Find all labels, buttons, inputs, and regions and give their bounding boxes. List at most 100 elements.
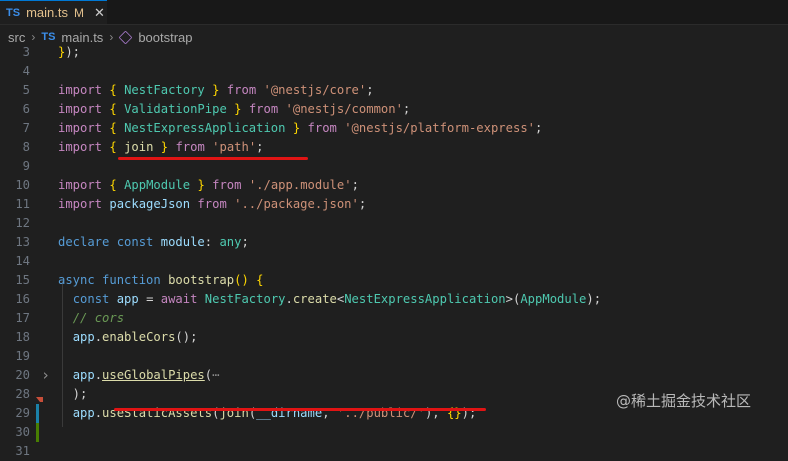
- code-token: const: [72, 292, 117, 306]
- code-token: '@nestjs/platform-express': [344, 121, 535, 135]
- code-token: bootstrap: [168, 273, 235, 287]
- code-token: import: [58, 197, 110, 211]
- code-text: import packageJson from '../package.json…: [58, 195, 366, 214]
- code-token: from: [168, 140, 213, 154]
- line-number: 18: [15, 330, 30, 344]
- code-token: create: [292, 292, 337, 306]
- code-token: ;: [351, 178, 359, 192]
- code-token: );: [65, 45, 81, 59]
- code-line[interactable]: 20 › app.useGlobalPipes(⋯: [0, 366, 788, 385]
- line-number: 10: [15, 178, 30, 192]
- code-line[interactable]: 11 import packageJson from '../package.js…: [0, 195, 788, 214]
- code-token: ();: [175, 330, 198, 344]
- line-number: 3: [22, 45, 30, 59]
- code-token: any: [219, 235, 242, 249]
- line-number: 28: [15, 387, 30, 401]
- code-editor[interactable]: 3}); 4 5 import { NestFactory } from '@nest…: [0, 42, 788, 458]
- code-token: ;: [256, 140, 264, 154]
- code-line[interactable]: 12: [0, 214, 788, 233]
- code-line[interactable]: 13 declare const module: any;: [0, 233, 788, 252]
- code-text: app.useGlobalPipes(⋯: [58, 366, 220, 385]
- code-text: import { NestExpressApplication } from '…: [58, 119, 542, 138]
- code-line[interactable]: 31: [0, 442, 788, 461]
- modified-badge: M: [73, 5, 84, 20]
- line-number: 19: [15, 349, 30, 363]
- code-token: ⋯: [212, 368, 220, 382]
- code-line[interactable]: 4: [0, 62, 788, 81]
- code-line[interactable]: 18 app.enableCors();: [0, 328, 788, 347]
- code-token: from: [219, 83, 264, 97]
- code-token: {: [109, 83, 125, 97]
- line-number: 8: [22, 140, 30, 154]
- code-token: from: [241, 102, 286, 116]
- line-number: 30: [15, 425, 30, 439]
- code-token: '@nestjs/core': [263, 83, 367, 97]
- git-deleted-marker: [36, 397, 43, 402]
- line-number: 13: [15, 235, 30, 249]
- code-token: ;: [366, 83, 374, 97]
- code-line[interactable]: 10 import { AppModule } from './app.modul…: [0, 176, 788, 195]
- code-token: ;: [402, 102, 411, 116]
- line-number: 20: [15, 368, 30, 382]
- code-text: import { join } from 'path';: [58, 138, 264, 157]
- code-token: '@nestjs/common': [285, 102, 403, 116]
- code-token: ;: [535, 121, 543, 135]
- line-number: 31: [15, 444, 30, 458]
- code-text: });: [58, 43, 80, 62]
- code-token: join: [124, 140, 154, 154]
- tab-bar: TS main.ts M ✕: [0, 0, 788, 25]
- code-line[interactable]: 16 const app = await NestFactory.create<…: [0, 290, 788, 309]
- code-line[interactable]: 17 // cors: [0, 309, 788, 328]
- code-token: import: [58, 83, 110, 97]
- code-token: AppModule: [124, 178, 191, 192]
- line-number: 7: [22, 121, 30, 135]
- code-token: import: [58, 121, 110, 135]
- git-modified-marker: [36, 404, 39, 423]
- code-token: await: [160, 292, 205, 306]
- code-token: ;: [358, 197, 367, 211]
- code-token: async function: [58, 273, 169, 287]
- code-token: from: [204, 178, 249, 192]
- code-line[interactable]: 5 import { NestFactory } from '@nestjs/co…: [0, 81, 788, 100]
- code-token: }: [190, 178, 205, 192]
- code-line[interactable]: 6 import { ValidationPipe } from '@nestjs…: [0, 100, 788, 119]
- annotation-underline-join-import: [118, 157, 308, 160]
- code-text: declare const module: any;: [58, 233, 249, 252]
- line-number: 15: [15, 273, 30, 287]
- chevron-right-icon[interactable]: ›: [41, 366, 50, 385]
- line-number: 29: [15, 406, 30, 420]
- code-token: import: [58, 140, 110, 154]
- code-line[interactable]: 3});: [0, 43, 788, 62]
- code-token: AppModule: [520, 292, 587, 306]
- code-line[interactable]: 15 async function bootstrap() {: [0, 271, 788, 290]
- annotation-underline-static-assets: [114, 408, 486, 411]
- code-token: useGlobalPipes: [102, 368, 205, 382]
- git-added-marker: [36, 423, 39, 442]
- code-token: {: [109, 178, 125, 192]
- code-line[interactable]: 30: [0, 423, 788, 442]
- code-line[interactable]: 14: [0, 252, 788, 271]
- code-token: ;: [241, 235, 249, 249]
- line-number: 11: [15, 197, 30, 211]
- code-token: module: [160, 235, 205, 249]
- tab-main-ts[interactable]: TS main.ts M ✕: [0, 0, 107, 24]
- code-line[interactable]: 19: [0, 347, 788, 366]
- code-token: }: [153, 140, 169, 154]
- watermark: @稀土掘金技术社区: [616, 392, 752, 410]
- line-number: 6: [22, 102, 30, 116]
- code-token: ValidationPipe: [124, 102, 227, 116]
- code-text: );: [58, 385, 88, 404]
- code-text: import { AppModule } from './app.module'…: [58, 176, 359, 195]
- code-token: enableCors: [102, 330, 176, 344]
- line-number: 14: [15, 254, 30, 268]
- code-line[interactable]: 7 import { NestExpressApplication } from …: [0, 119, 788, 138]
- close-icon[interactable]: ✕: [94, 5, 105, 21]
- code-token: 'path': [212, 140, 257, 154]
- code-text: app.enableCors();: [58, 328, 198, 347]
- code-token: .: [94, 368, 103, 382]
- code-line[interactable]: 8 import { join } from 'path';: [0, 138, 788, 157]
- line-number: 16: [15, 292, 30, 306]
- code-token: app: [72, 330, 95, 344]
